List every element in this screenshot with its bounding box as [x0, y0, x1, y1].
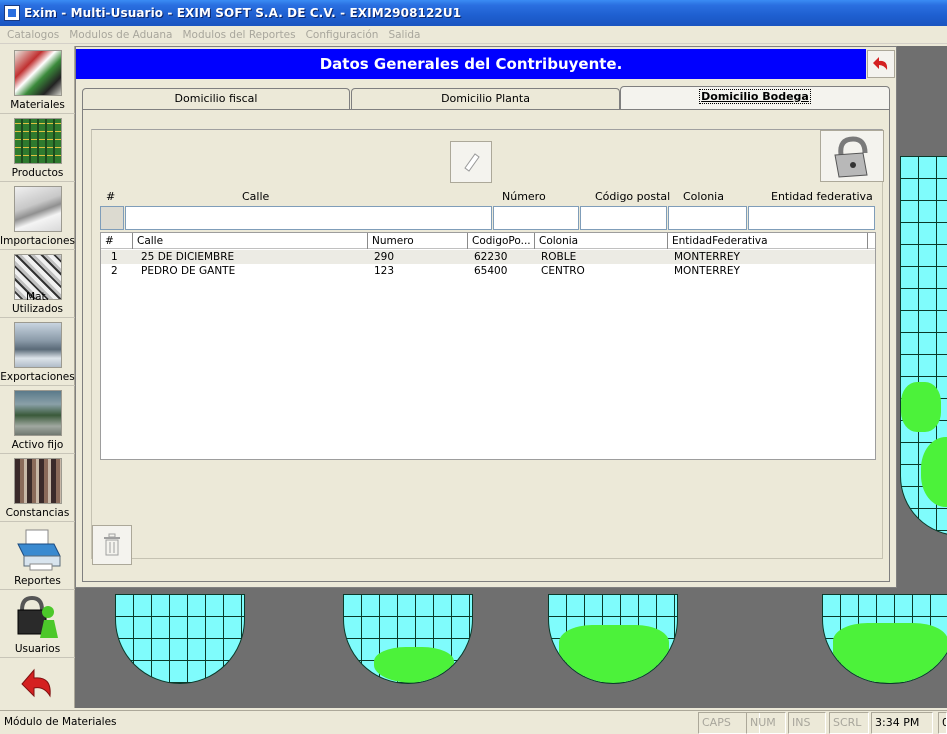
header-colonia: Colonia [683, 190, 724, 203]
cell-codigo-postal: 65400 [474, 265, 508, 277]
sidebar-item-label: Importaciones [0, 235, 75, 247]
warehouse-icon [14, 458, 62, 504]
cell-num: 2 [111, 265, 118, 277]
menu-bar: Catalogos Modulos de Aduana Modulos del … [0, 26, 947, 44]
col-header-codigo-postal[interactable]: CodigoPo... [468, 233, 535, 249]
tab-domicilio-planta[interactable]: Domicilio Planta [351, 88, 620, 110]
header-codigo-postal: Código postal [595, 190, 671, 203]
address-tabs: Domicilio fiscal Domicilio Planta Domici… [82, 86, 890, 110]
menu-modulos-reportes[interactable]: Modulos del Reportes [177, 29, 300, 41]
cell-colonia: CENTRO [541, 265, 585, 277]
status-scrl: SCRL [829, 712, 869, 734]
airplane-icon [14, 186, 62, 232]
header-num: # [106, 190, 116, 203]
globe-segment-3 [548, 594, 678, 684]
ship-icon [14, 322, 62, 368]
table-row[interactable]: 2 PEDRO DE GANTE 123 65400 CENTRO MONTER… [101, 264, 875, 278]
menu-catalogos[interactable]: Catalogos [2, 29, 64, 41]
back-arrow-icon [873, 57, 888, 70]
window-title: Exim - Multi-Usuario - EXIM SOFT S.A. DE… [24, 6, 462, 20]
cell-numero: 290 [374, 251, 395, 263]
sidebar-item-exportaciones[interactable]: Exportaciones [0, 318, 75, 386]
codigo-postal-input[interactable] [580, 206, 667, 230]
grid-header: # Calle Numero CodigoPo... Colonia Entid… [101, 233, 875, 249]
dialog-back-button[interactable] [867, 50, 895, 78]
col-header-num[interactable]: # [101, 233, 133, 249]
tab-domicilio-bodega[interactable]: Domicilio Bodega [620, 86, 890, 110]
tab-domicilio-fiscal[interactable]: Domicilio fiscal [82, 88, 350, 110]
col-header-calle[interactable]: Calle [133, 233, 368, 249]
numero-input[interactable] [493, 206, 579, 230]
sidebar-item-importaciones[interactable]: Importaciones [0, 182, 75, 250]
sidebar-item-label: Usuarios [14, 643, 61, 655]
globe-segment-right [900, 156, 947, 536]
sidebar-item-label: Mat. Utilizados [11, 291, 64, 315]
cell-calle: 25 DE DICIEMBRE [141, 251, 235, 263]
menu-configuracion[interactable]: Configuración [301, 29, 384, 41]
cell-colonia: ROBLE [541, 251, 577, 263]
status-ins: INS [788, 712, 826, 734]
cell-codigo-postal: 62230 [474, 251, 508, 263]
row-selector[interactable] [100, 206, 124, 230]
menu-modulos-aduana[interactable]: Modulos de Aduana [64, 29, 177, 41]
calle-input[interactable] [125, 206, 492, 230]
sidebar-item-label: Exportaciones [0, 371, 75, 383]
globe-segment-2 [343, 594, 473, 684]
col-header-entidad[interactable]: EntidadFederativa [668, 233, 868, 249]
status-time: 3:34 PM [871, 712, 933, 734]
sidebar-item-usuarios[interactable]: Usuarios [0, 590, 75, 658]
status-num: NUM [746, 712, 786, 734]
tab-panel: # Calle Número Código postal Colonia Ent… [82, 109, 890, 582]
sidebar-item-productos[interactable]: Productos [0, 114, 75, 182]
status-bar: Módulo de Materiales CAPS NUM INS SCRL 3… [0, 710, 947, 734]
sidebar-item-label: Constancias [5, 507, 70, 519]
sidebar-item-label: Reportes [14, 575, 61, 587]
globe-segment-4 [822, 594, 947, 684]
sidebar-item-mat-utilizados[interactable]: Mat. Utilizados [0, 250, 75, 318]
dialog-title: Datos Generales del Contribuyente. [76, 49, 866, 79]
address-panel: # Calle Número Código postal Colonia Ent… [91, 129, 884, 565]
menu-salida[interactable]: Salida [383, 29, 425, 41]
user-lock-icon [14, 594, 62, 640]
sidebar-item-constancias[interactable]: Constancias [0, 454, 75, 522]
cell-entidad: MONTERREY [674, 251, 740, 263]
entidad-federativa-input[interactable] [748, 206, 875, 230]
status-extra: 0 [938, 712, 947, 734]
col-header-colonia[interactable]: Colonia [535, 233, 668, 249]
module-sidebar: Materiales Productos Importaciones Mat. … [0, 46, 75, 708]
colonia-input[interactable] [668, 206, 747, 230]
padlock-icon [834, 136, 868, 178]
lock-button[interactable] [820, 130, 884, 182]
title-bar: Exim - Multi-Usuario - EXIM SOFT S.A. DE… [0, 0, 947, 26]
factory-icon [14, 390, 62, 436]
header-entidad-federativa: Entidad federativa [771, 190, 873, 203]
globe-segment-1 [115, 594, 245, 684]
edit-button[interactable] [450, 141, 492, 183]
taxpayer-dialog: Datos Generales del Contribuyente. Domic… [75, 46, 897, 588]
cell-calle: PEDRO DE GANTE [141, 265, 236, 277]
cell-entidad: MONTERREY [674, 265, 740, 277]
trash-icon [104, 533, 120, 556]
header-numero: Número [502, 190, 546, 203]
sidebar-item-label: Activo fijo [11, 439, 64, 451]
sidebar-item-activo-fijo[interactable]: Activo fijo [0, 386, 75, 454]
delete-button[interactable] [92, 525, 132, 565]
back-arrow-icon [14, 662, 62, 708]
status-message: Módulo de Materiales [4, 716, 117, 728]
cell-numero: 123 [374, 265, 395, 277]
cell-num: 1 [111, 251, 118, 263]
materials-icon [14, 50, 62, 96]
sidebar-item-materiales[interactable]: Materiales [0, 46, 75, 114]
sidebar-item-label: Materiales [10, 99, 65, 111]
address-grid[interactable]: # Calle Numero CodigoPo... Colonia Entid… [100, 232, 876, 460]
table-row[interactable]: 1 25 DE DICIEMBRE 290 62230 ROBLE MONTER… [101, 250, 875, 264]
sidebar-item-reportes[interactable]: Reportes [0, 522, 75, 590]
col-header-numero[interactable]: Numero [368, 233, 468, 249]
eraser-icon [464, 153, 480, 172]
circuit-board-icon [14, 118, 62, 164]
sidebar-item-label: Productos [11, 167, 64, 179]
app-icon [4, 5, 20, 21]
header-calle: Calle [242, 190, 270, 203]
printer-icon [14, 526, 62, 572]
